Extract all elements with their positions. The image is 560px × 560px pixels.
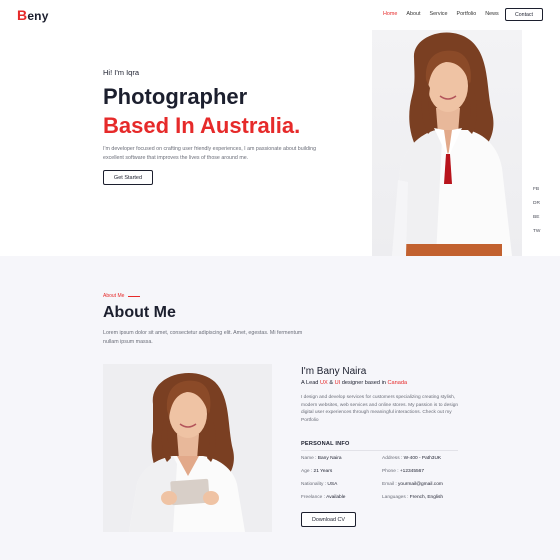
contact-button[interactable]: Contact bbox=[505, 8, 543, 21]
personal-info-divider bbox=[301, 450, 458, 451]
role-amp: & bbox=[327, 380, 335, 386]
hero-portrait-image bbox=[372, 30, 522, 256]
info-age: Age : 21 Years bbox=[301, 469, 332, 474]
about-section-tag: About Me bbox=[103, 293, 141, 299]
social-link-dr[interactable]: DR bbox=[533, 201, 540, 206]
personal-info-heading: PERSONAL INFO bbox=[301, 441, 350, 447]
info-email: Email : yourmail@gmail.com bbox=[382, 482, 443, 487]
info-name-value: Bany Naira bbox=[317, 456, 342, 461]
nav-item-portfolio[interactable]: Portfolio bbox=[456, 11, 476, 17]
info-email-label: Email : bbox=[382, 482, 398, 487]
social-link-tw[interactable]: TW bbox=[533, 229, 540, 234]
info-nationality-label: Nationality : bbox=[301, 482, 328, 487]
get-started-button[interactable]: Get Started bbox=[103, 170, 153, 185]
brand-logo[interactable]: Beny bbox=[17, 7, 49, 23]
brand-logo-initial: B bbox=[17, 7, 28, 23]
info-phone: Phone : +12345567 bbox=[382, 469, 424, 474]
info-languages: Languages : French, English bbox=[382, 495, 443, 500]
main-nav: Home About Service Portfolio News bbox=[383, 11, 499, 17]
about-role: A Lead UX & UI designer based in Canada bbox=[301, 380, 407, 386]
nav-item-news[interactable]: News bbox=[485, 11, 498, 17]
info-languages-label: Languages : bbox=[382, 495, 410, 500]
info-age-value: 21 Years bbox=[313, 469, 333, 474]
about-portrait-illustration bbox=[129, 373, 245, 532]
role-place: Canada bbox=[387, 380, 408, 386]
info-nationality-value: USA bbox=[327, 482, 338, 487]
role-prefix: A Lead bbox=[301, 380, 320, 386]
info-phone-value: +12345567 bbox=[399, 469, 425, 474]
info-email-value[interactable]: yourmail@gmail.com bbox=[398, 482, 443, 487]
about-portrait-image bbox=[103, 364, 272, 532]
role-mid: designer based in bbox=[340, 380, 388, 386]
about-description: Lorem ipsum dolor sit amet, consectetur … bbox=[103, 330, 303, 345]
hero-title-line1: Photographer bbox=[103, 84, 248, 109]
about-section bbox=[0, 256, 560, 560]
info-nationality: Nationality : USA bbox=[301, 482, 337, 487]
info-name-label: Name : bbox=[301, 456, 318, 461]
info-age-label: Age : bbox=[301, 469, 314, 474]
info-freelance-value: Available bbox=[326, 495, 346, 500]
info-name: Name : Bany Naira bbox=[301, 456, 342, 461]
about-tag-divider bbox=[128, 295, 141, 297]
info-freelance: Freelance : Available bbox=[301, 495, 345, 500]
info-freelance-label: Freelance : bbox=[301, 495, 327, 500]
download-cv-button[interactable]: Download CV bbox=[301, 512, 356, 527]
nav-item-service[interactable]: Service bbox=[429, 11, 447, 17]
info-address-value: W-400 - Path3UK bbox=[403, 456, 442, 461]
about-title: About Me bbox=[103, 304, 176, 321]
about-name: I'm Bany Naira bbox=[301, 366, 367, 377]
social-link-be[interactable]: BE bbox=[533, 215, 540, 220]
portfolio-page: Beny Home About Service Portfolio News C… bbox=[0, 0, 560, 560]
about-tag-label: About Me bbox=[103, 293, 125, 299]
social-link-fb[interactable]: FB bbox=[533, 187, 540, 192]
info-languages-value: French, English bbox=[409, 495, 444, 500]
nav-item-about[interactable]: About bbox=[406, 11, 420, 17]
brand-logo-rest: eny bbox=[27, 9, 49, 23]
info-phone-label: Phone : bbox=[382, 469, 400, 474]
hero-portrait-illustration bbox=[392, 32, 512, 256]
hero-greeting: Hi! I'm Iqra bbox=[103, 68, 140, 77]
nav-item-home[interactable]: Home bbox=[383, 11, 397, 17]
about-bio: I design and develop services for custom… bbox=[301, 395, 459, 423]
hero-title-line2: Based In Australia. bbox=[103, 113, 301, 138]
info-address-label: Address : bbox=[382, 456, 404, 461]
info-address: Address : W-400 - Path3UK bbox=[382, 456, 441, 461]
hero-description: I'm developer focused on crafting user f… bbox=[103, 146, 317, 161]
role-ux: UX bbox=[319, 380, 328, 386]
social-links: FB DR BE TW bbox=[533, 187, 540, 234]
